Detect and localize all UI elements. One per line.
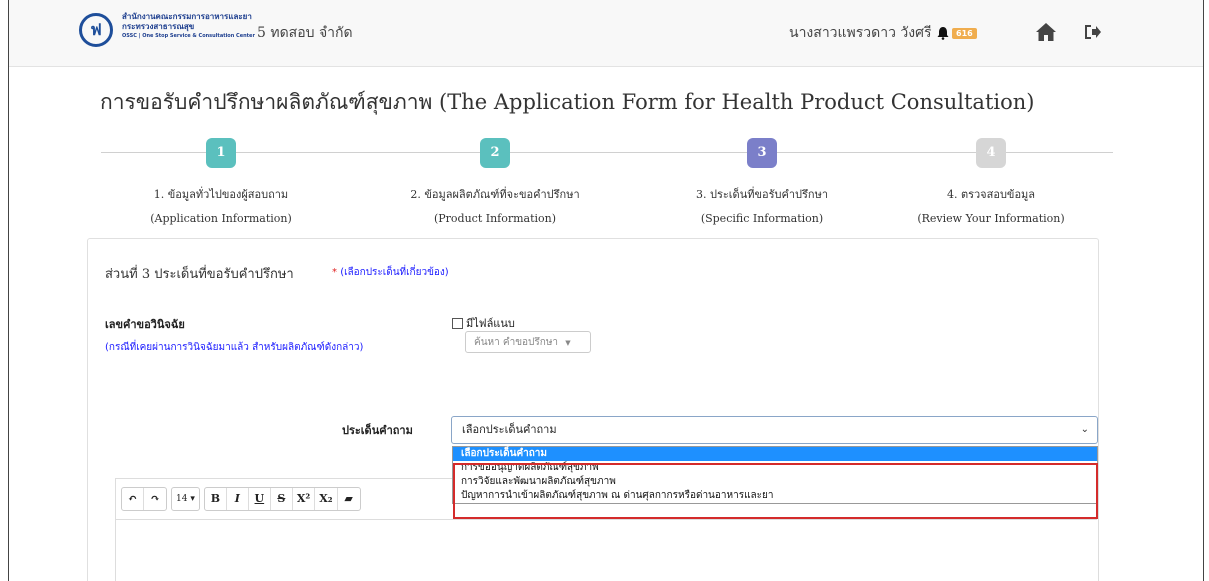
org-name: สำนักงานคณะกรรมการอาหารและยา กระทรวงสาธา… [122,12,255,41]
org-line2: กระทรวงสาธารณสุข [122,22,195,31]
question-topic-label: ประเด็นคำถาม [342,424,413,437]
format-group: B I U S X² X₂ ▰ [203,487,361,511]
wizard-step-3-sublabel: (Specific Information) [700,212,824,225]
company-name: 5 ทดสอบ จำกัด [257,25,353,41]
chevron-down-icon: ⌄ [1080,424,1089,435]
org-line1: สำนักงานคณะกรรมการอาหารและยา [122,12,252,21]
history-group: ↶ ↷ [121,487,167,511]
superscript-button[interactable]: X² [293,488,316,510]
editor-toolbar: ↶ ↷ 14 ▾ B I U S X² X₂ ▰ [121,487,361,511]
ruling-number-label: เลขคำขอวินิจฉัย [105,318,185,331]
consult-request-search[interactable]: ค้นหา คำขอปรึกษา ▼ [465,331,591,353]
underline-button[interactable]: U [249,488,271,510]
required-star: * [332,267,337,278]
attach-file-checkbox[interactable]: มีไฟล์แนบ [452,314,515,332]
wizard-step-2-sublabel: (Product Information) [433,212,557,225]
bold-button[interactable]: B [205,488,227,510]
checkbox-box[interactable] [452,317,463,329]
user-name[interactable]: นางสาวแพรวดาว วังศรี [789,22,932,44]
top-navbar: ฟ สำนักงานคณะกรรมการอาหารและยา กระทรวงสา… [9,0,1203,67]
wizard-line [101,152,1113,153]
wizard-step-1-sublabel: (Application Information) [150,212,292,225]
section-hint-text: (เลือกประเด็นที่เกี่ยวข้อง) [340,267,449,278]
wizard-step-3-label: 3. ประเด็นที่ขอรับคำปรึกษา [696,188,828,201]
notification-badge[interactable]: 616 [952,28,977,39]
logout-icon[interactable] [1083,24,1101,40]
caret-down-icon: ▼ [565,339,571,347]
home-icon[interactable] [1035,22,1057,42]
bell-icon[interactable] [936,26,950,40]
eraser-icon[interactable]: ▰ [338,488,360,510]
search-placeholder: ค้นหา คำขอปรึกษา [474,337,559,348]
wizard-step-1-label: 1. ข้อมูลทั่วไปของผู้สอบถาม [153,188,289,201]
select-value: เลือกประเด็นคำถาม [462,423,557,436]
redo-icon[interactable]: ↷ [144,488,166,510]
attach-file-label: มีไฟล์แนบ [466,317,515,330]
fda-logo[interactable]: ฟ [79,13,113,47]
wizard-step-2[interactable]: 2 [480,138,510,168]
strikethrough-button[interactable]: S [271,488,293,510]
font-size-select[interactable]: 14 ▾ [172,488,199,510]
italic-button[interactable]: I [227,488,249,510]
editor-toolbar-divider [115,519,1097,520]
wizard-step-2-label: 2. ข้อมูลผลิตภัณฑ์ที่จะขอคำปรึกษา [410,188,580,201]
font-size-value: 14 [176,494,188,504]
subscript-button[interactable]: X₂ [315,488,338,510]
undo-icon[interactable]: ↶ [122,488,144,510]
wizard-step-3[interactable]: 3 [747,138,777,168]
browser-frame: ฟ สำนักงานคณะกรรมการอาหารและยา กระทรวงสา… [8,0,1204,581]
section-hint: * (เลือกประเด็นที่เกี่ยวข้อง) [332,265,449,280]
dropdown-option[interactable]: เลือกประเด็นคำถาม [453,447,1097,461]
wizard-step-1[interactable]: 1 [206,138,236,168]
page-title: การขอรับคำปรึกษาผลิตภัณฑ์สุขภาพ (The App… [100,90,1035,114]
font-size-group: 14 ▾ [171,487,200,511]
org-line3: OSSC | One Stop Service & Consultation C… [122,33,255,39]
wizard-step-4-label: 4. ตรวจสอบข้อมูล [946,188,1036,201]
highlight-box [453,463,1098,519]
wizard-step-4[interactable]: 4 [976,138,1006,168]
ruling-number-hint: (กรณีที่เคยผ่านการวินิจฉัยมาแล้ว สำหรับผ… [105,342,364,353]
wizard-step-4-sublabel: (Review Your Information) [917,212,1065,225]
question-topic-select[interactable]: เลือกประเด็นคำถาม ⌄ [451,416,1098,444]
section-title: ส่วนที่ 3 ประเด็นที่ขอรับคำปรึกษา [105,267,294,282]
